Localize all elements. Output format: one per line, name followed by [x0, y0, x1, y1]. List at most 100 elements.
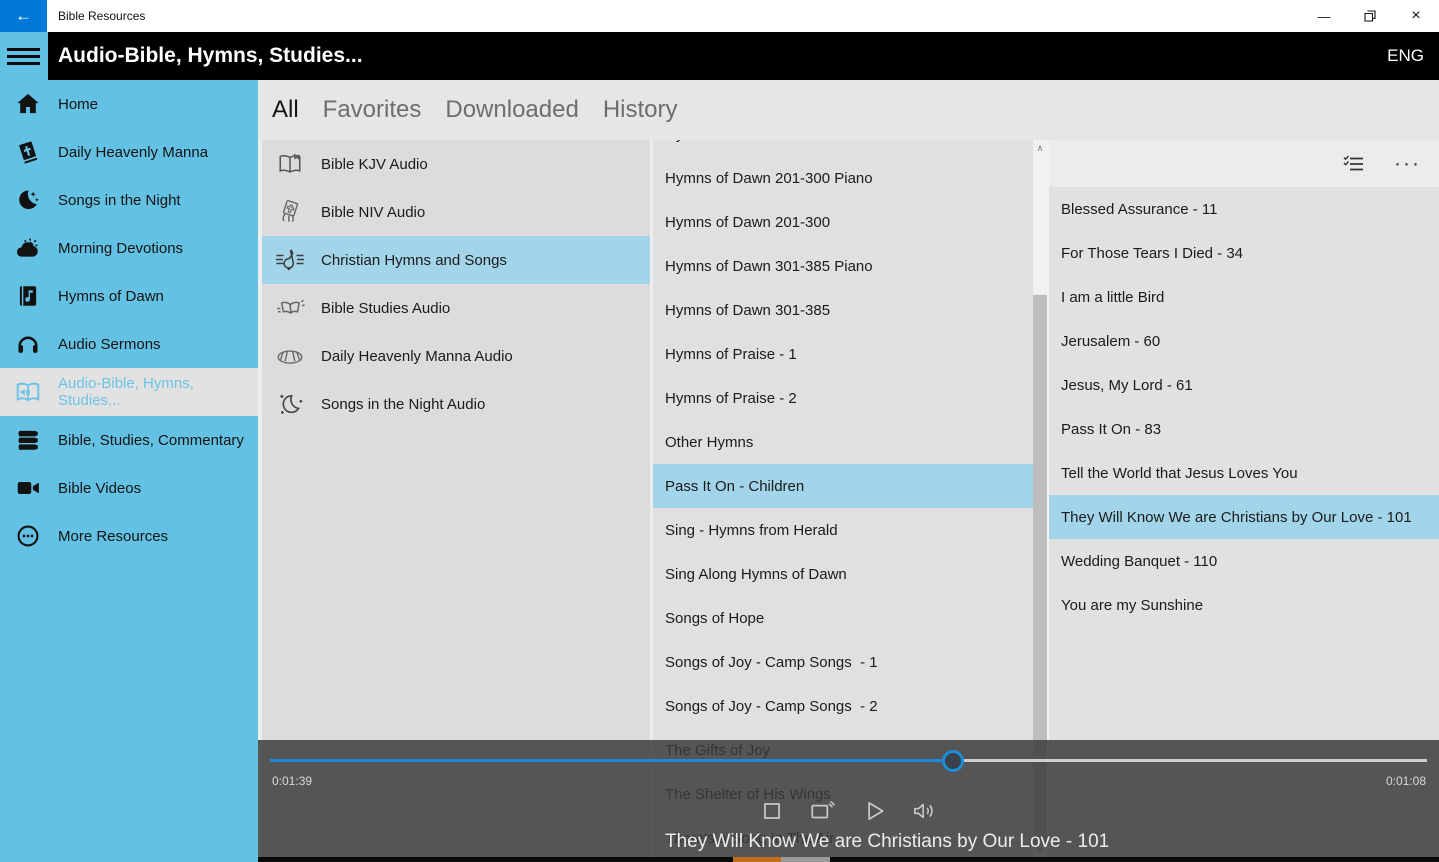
- sidebar-item-label: Audio Sermons: [58, 336, 161, 353]
- minimize-icon: —: [1318, 9, 1331, 24]
- list-item-label: Songs in the Night Audio: [321, 396, 485, 413]
- moon-stars-icon: [15, 187, 42, 213]
- scroll-up-icon[interactable]: ∧: [1033, 140, 1047, 156]
- list-item[interactable]: Hymns of Praise - 2: [653, 376, 1033, 420]
- progress-played: [270, 759, 953, 762]
- sidebar: Home Daily Heavenly Manna Songs in the N…: [0, 80, 258, 862]
- bottom-strip: [258, 857, 1439, 862]
- flying-book-icon: [275, 295, 311, 321]
- header: Audio-Bible, Hymns, Studies... ENG: [0, 32, 1439, 80]
- volume-button[interactable]: [910, 796, 940, 826]
- close-icon: ×: [1411, 7, 1420, 25]
- restore-icon: [1364, 10, 1376, 22]
- player-bar: 0:01:39 0:01:08 They Will Know We are Ch…: [258, 740, 1439, 857]
- list-item[interactable]: Sing - Hymns from Herald: [653, 508, 1033, 552]
- elapsed-time: 0:01:39: [272, 774, 312, 788]
- cloud-sun-icon: [15, 235, 42, 261]
- books-stack-icon: [15, 427, 42, 453]
- sidebar-item-label: Audio-Bible, Hymns, Studies...: [58, 375, 258, 409]
- sidebar-item-more-resources[interactable]: More Resources: [0, 512, 258, 560]
- song-item[interactable]: Wedding Banquet - 110: [1049, 539, 1439, 583]
- headphones-icon: [15, 331, 42, 357]
- progress-track[interactable]: [270, 759, 1427, 762]
- list-item[interactable]: Hymns of Dawn 201-300 Piano: [653, 156, 1033, 200]
- tab-favorites[interactable]: Favorites: [323, 96, 422, 124]
- list-item-label: Bible NIV Audio: [321, 204, 425, 221]
- multiselect-icon[interactable]: [1342, 154, 1364, 174]
- list-item-label: Bible Studies Audio: [321, 300, 450, 317]
- list-item[interactable]: Hymns of Dawn 301-385 Piano: [653, 244, 1033, 288]
- list-item-bible-kjv-audio[interactable]: Bible KJV Audio: [262, 140, 650, 188]
- tab-downloaded[interactable]: Downloaded: [445, 96, 578, 124]
- back-arrow-icon: ←: [15, 6, 32, 26]
- list-item[interactable]: Songs of Hope: [653, 596, 1033, 640]
- sidebar-item-label: More Resources: [58, 528, 168, 545]
- list-item[interactable]: Hymns of Praise - 1: [653, 332, 1033, 376]
- remaining-time: 0:01:08: [1386, 774, 1426, 788]
- home-icon: [15, 91, 42, 117]
- sidebar-item-label: Bible Videos: [58, 480, 141, 497]
- now-playing-title: They Will Know We are Christians by Our …: [665, 831, 1109, 853]
- song-item[interactable]: Tell the World that Jesus Loves You: [1049, 451, 1439, 495]
- video-camera-icon: [15, 475, 42, 501]
- player-controls: [258, 796, 1439, 826]
- play-button[interactable]: [859, 796, 889, 826]
- sidebar-item-home[interactable]: Home: [0, 80, 258, 128]
- list-item[interactable]: Songs of Joy - Camp Songs - 2: [653, 684, 1033, 728]
- list-item-daily-heavenly-manna-audio[interactable]: Daily Heavenly Manna Audio: [262, 332, 650, 380]
- sidebar-item-audio-bible-hymns-studies[interactable]: Audio-Bible, Hymns, Studies...: [0, 368, 258, 416]
- music-book-icon: [15, 283, 42, 309]
- tab-history[interactable]: History: [603, 96, 678, 124]
- more-options-icon[interactable]: ···: [1394, 159, 1421, 169]
- window-controls: — ×: [1301, 0, 1439, 32]
- bottom-strip-orange-segment: [733, 857, 781, 862]
- tab-all[interactable]: All: [272, 96, 299, 124]
- sidebar-item-label: Bible, Studies, Commentary: [58, 432, 244, 449]
- hand-bible-icon: [275, 199, 311, 225]
- bread-icon: [275, 343, 311, 369]
- song-item[interactable]: Jerusalem - 60: [1049, 319, 1439, 363]
- song-item[interactable]: I am a little Bird: [1049, 275, 1439, 319]
- song-item[interactable]: For Those Tears I Died - 34: [1049, 231, 1439, 275]
- list-item[interactable]: Hymns of Dawn 201-300: [653, 200, 1033, 244]
- restore-button[interactable]: [1347, 0, 1393, 32]
- list-item[interactable]: Hymns of Dawn 301-385: [653, 288, 1033, 332]
- tab-bar: All Favorites Downloaded History: [258, 80, 1439, 140]
- back-button[interactable]: ←: [0, 0, 47, 32]
- hamburger-button[interactable]: [0, 32, 48, 80]
- sidebar-item-label: Home: [58, 96, 98, 113]
- sidebar-item-label: Songs in the Night: [58, 192, 181, 209]
- sidebar-item-hymns-of-dawn[interactable]: Hymns of Dawn: [0, 272, 258, 320]
- bottom-strip-gray-segment: [781, 857, 830, 862]
- song-item[interactable]: Pass It On - 83: [1049, 407, 1439, 451]
- language-badge[interactable]: ENG: [1387, 32, 1424, 80]
- close-button[interactable]: ×: [1393, 0, 1439, 32]
- song-item[interactable]: Jesus, My Lord - 61: [1049, 363, 1439, 407]
- minimize-button[interactable]: —: [1301, 0, 1347, 32]
- page-title: Audio-Bible, Hymns, Studies...: [58, 32, 363, 80]
- song-item[interactable]: Blessed Assurance - 11: [1049, 187, 1439, 231]
- list-item[interactable]: Songs of Joy - Camp Songs - 1: [653, 640, 1033, 684]
- sidebar-item-bible-studies-commentary[interactable]: Bible, Studies, Commentary: [0, 416, 258, 464]
- song-item[interactable]: You are my Sunshine: [1049, 583, 1439, 627]
- sidebar-item-songs-in-the-night[interactable]: Songs in the Night: [0, 176, 258, 224]
- sidebar-item-morning-devotions[interactable]: Morning Devotions: [0, 224, 258, 272]
- sidebar-item-audio-sermons[interactable]: Audio Sermons: [0, 320, 258, 368]
- list-item-selected[interactable]: Pass It On - Children: [653, 464, 1033, 508]
- list-item[interactable]: Other Hymns: [653, 420, 1033, 464]
- list-item-christian-hymns-and-songs[interactable]: Christian Hymns and Songs: [262, 236, 650, 284]
- sidebar-item-bible-videos[interactable]: Bible Videos: [0, 464, 258, 512]
- progress-thumb[interactable]: [942, 750, 964, 772]
- app-window: ← Bible Resources — × Audio-Bible, Hymns…: [0, 0, 1439, 862]
- list-item-clipped[interactable]: Hymns of Dawn: [653, 140, 1033, 156]
- list-item[interactable]: Sing Along Hymns of Dawn: [653, 552, 1033, 596]
- treble-clef-icon: [275, 247, 311, 273]
- list-item-bible-niv-audio[interactable]: Bible NIV Audio: [262, 188, 650, 236]
- audio-book-icon: [15, 379, 42, 405]
- song-item-selected[interactable]: They Will Know We are Christians by Our …: [1049, 495, 1439, 539]
- stop-button[interactable]: [757, 796, 787, 826]
- list-item-bible-studies-audio[interactable]: Bible Studies Audio: [262, 284, 650, 332]
- list-item-songs-in-the-night-audio[interactable]: Songs in the Night Audio: [262, 380, 650, 428]
- cast-button[interactable]: [808, 796, 838, 826]
- sidebar-item-daily-heavenly-manna[interactable]: Daily Heavenly Manna: [0, 128, 258, 176]
